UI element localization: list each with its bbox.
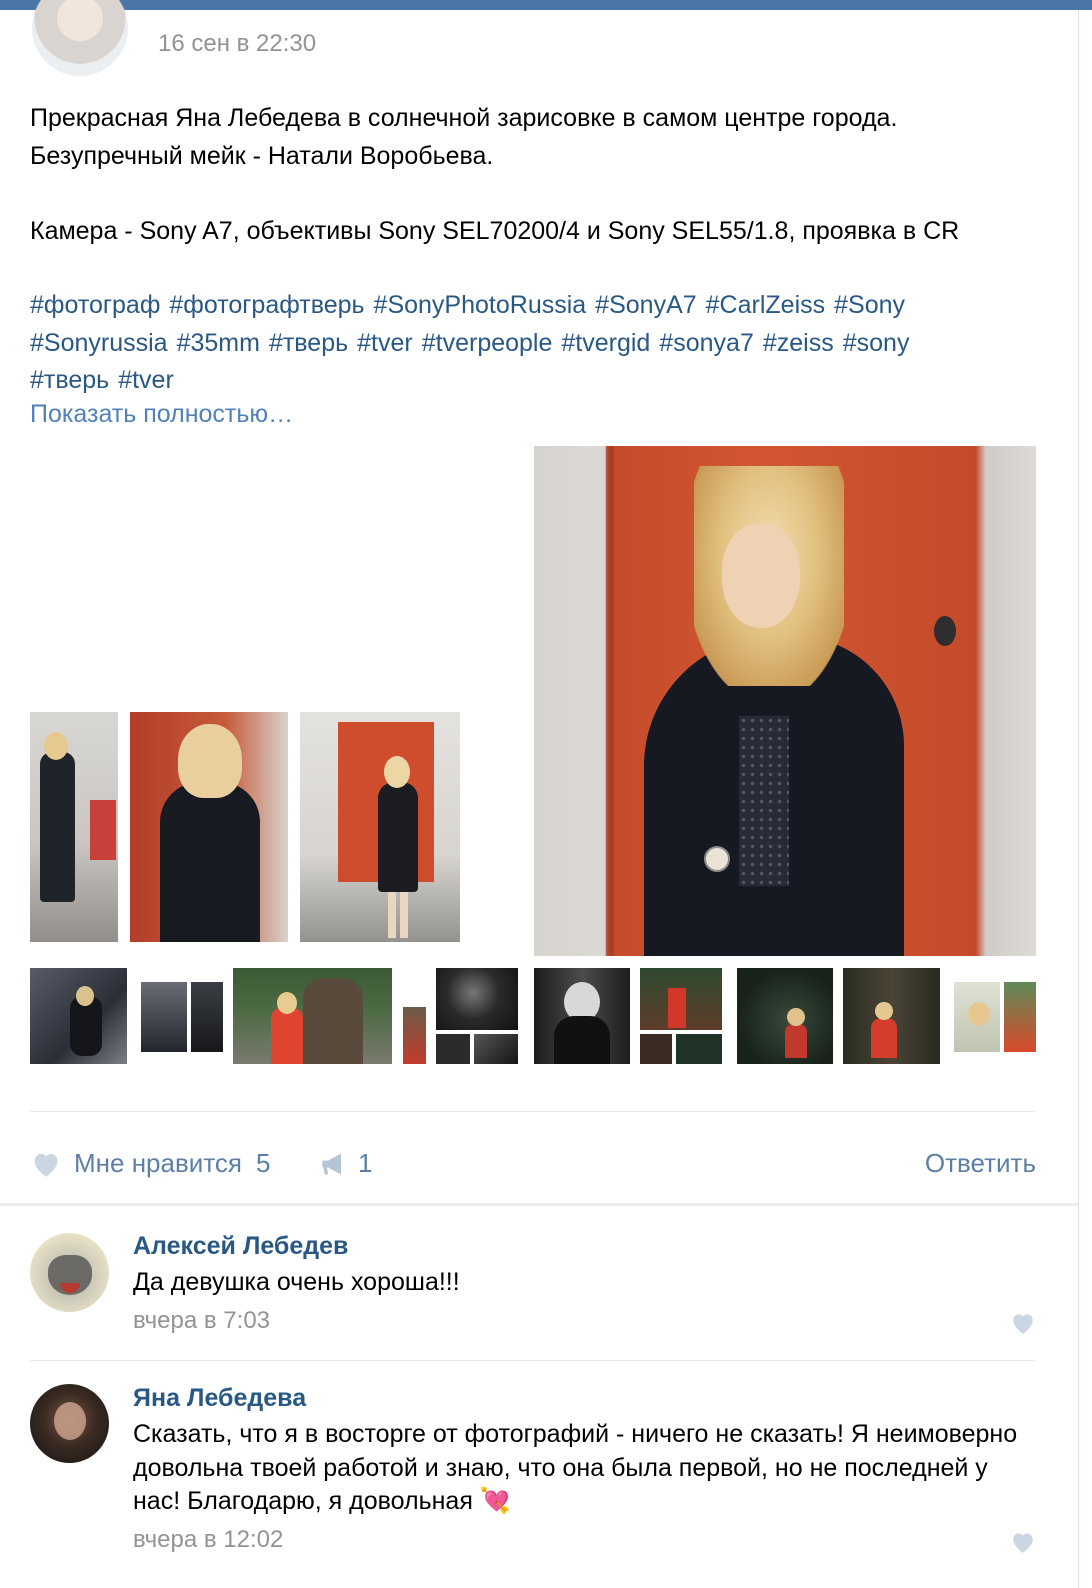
hashtag-link[interactable]: #tver (118, 366, 174, 394)
hashtag-link[interactable]: #sonya7 (659, 329, 754, 357)
photo-thumbnail[interactable] (640, 968, 722, 1064)
like-button[interactable]: Мне нравится 5 (30, 1148, 270, 1179)
photo-thumbnail[interactable] (403, 1007, 426, 1064)
post-text: Прекрасная Яна Лебедева в солнечной зари… (30, 104, 960, 245)
hashtag-link[interactable]: #CarlZeiss (706, 291, 825, 319)
heart-arrow-emoji: 💘 (479, 1487, 511, 1515)
hashtag-link[interactable]: #zeiss (763, 329, 834, 357)
megaphone-icon (322, 1153, 341, 1174)
hashtag-link[interactable]: #tvergid (561, 329, 650, 357)
photo-thumbnail[interactable] (954, 982, 1036, 1052)
hashtag-link[interactable]: #Sonyrussia (30, 329, 168, 357)
comment-date[interactable]: вчера в 7:03 (133, 1307, 270, 1335)
share-button[interactable]: 1 (320, 1148, 372, 1179)
comments-separator (0, 1203, 1078, 1206)
comment-text: Сказать, что я в восторге от фотографий … (133, 1418, 1033, 1519)
like-label: Мне нравится (74, 1148, 243, 1178)
hashtag-link[interactable]: #тверь (269, 329, 348, 357)
photo-thumbnail[interactable] (141, 982, 223, 1052)
photo-attachment-main[interactable] (534, 446, 1036, 956)
post-card: 16 сен в 22:30 Прекрасная Яна Лебедева в… (0, 0, 1079, 1588)
hashtag-link[interactable]: #Sony (834, 291, 905, 319)
hashtag-link[interactable]: #sony (843, 329, 910, 357)
comment-author-avatar[interactable] (30, 1384, 109, 1463)
hashtag-link[interactable]: #тверь (30, 366, 109, 394)
comment-author-name[interactable]: Алексей Лебедев (133, 1232, 348, 1261)
top-navigation-bar (0, 0, 1092, 10)
share-count: 1 (358, 1148, 373, 1178)
hashtag-link[interactable]: #фотографтверь (169, 291, 364, 319)
post-hashtags: #фотограф #фотографтверь #SonyPhotoRussia #… (30, 287, 1040, 400)
hashtag-link[interactable]: #35mm (177, 329, 260, 357)
post-author-avatar[interactable] (32, 0, 128, 76)
actions-divider (30, 1111, 1036, 1112)
reply-button[interactable]: Ответить (925, 1148, 1036, 1179)
heart-icon[interactable] (1010, 1311, 1036, 1335)
photo-attachment-collage[interactable] (30, 702, 460, 942)
post-actions: Мне нравится 5 1 Ответить (30, 1148, 1036, 1188)
comment-author-name[interactable]: Яна Лебедева (133, 1384, 306, 1413)
hashtag-link[interactable]: #SonyPhotoRussia (374, 291, 587, 319)
photo-thumbnail[interactable] (843, 968, 940, 1064)
photo-thumbnail[interactable] (737, 968, 833, 1064)
hashtag-link[interactable]: #SonyA7 (595, 291, 696, 319)
reply-label: Ответить (924, 1148, 1036, 1178)
post-date[interactable]: 16 сен в 22:30 (158, 30, 316, 58)
show-more-link[interactable]: Показать полностью… (30, 400, 293, 429)
photo-thumbnail[interactable] (436, 968, 518, 1064)
comment-divider (30, 1360, 1036, 1361)
heart-icon[interactable] (1010, 1530, 1036, 1554)
hashtag-link[interactable]: #tver (357, 329, 413, 357)
photo-thumbnail[interactable] (534, 968, 630, 1064)
comment-text: Да девушка очень хороша!!! (133, 1268, 460, 1296)
photo-thumbnail[interactable] (233, 968, 392, 1064)
photo-thumbnail[interactable] (30, 968, 127, 1064)
hashtag-link[interactable]: #tverpeople (422, 329, 553, 357)
hashtag-link[interactable]: #фотограф (30, 291, 160, 319)
heart-icon (34, 1153, 58, 1177)
comment-date[interactable]: вчера в 12:02 (133, 1526, 283, 1554)
comment-author-avatar[interactable] (30, 1233, 109, 1312)
like-count: 5 (256, 1148, 271, 1178)
comment-text-body: Сказать, что я в восторге от фотографий … (133, 1420, 1018, 1515)
